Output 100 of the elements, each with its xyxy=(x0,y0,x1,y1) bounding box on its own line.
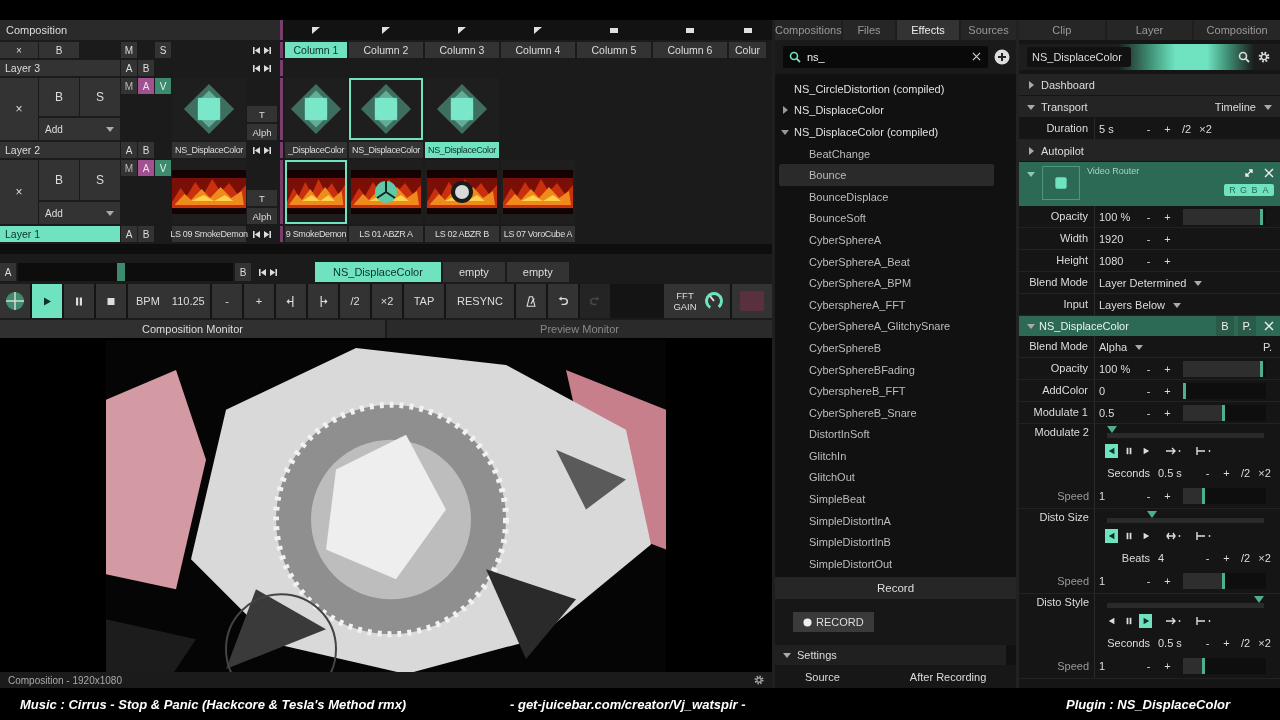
add-icon[interactable] xyxy=(994,49,1010,65)
step-button[interactable]: + xyxy=(1158,657,1177,675)
step-button[interactable]: - xyxy=(1139,572,1158,590)
mute-button[interactable]: M xyxy=(121,42,137,58)
list-item[interactable]: CyberSphereBFading xyxy=(779,358,994,381)
bypass-button[interactable]: B xyxy=(39,78,79,116)
t-button[interactable]: T xyxy=(247,190,277,206)
monitor-tab[interactable]: Preview Monitor xyxy=(387,320,772,338)
layer-name[interactable]: Layer 2 xyxy=(0,142,120,158)
step-button[interactable]: /2 xyxy=(1236,549,1255,567)
clear-icon[interactable] xyxy=(972,52,981,61)
transport-button[interactable]: - xyxy=(212,284,242,318)
column-header[interactable]: Column 1 xyxy=(285,42,347,58)
b-button[interactable]: B xyxy=(138,226,154,242)
step-button[interactable]: + xyxy=(1158,207,1177,226)
list-item[interactable]: NS_CircleDistortion (compiled) xyxy=(779,78,1008,100)
effect-header[interactable]: NS_DisplaceColor B P. xyxy=(1019,316,1280,336)
list-item[interactable]: SimpleDistortOut xyxy=(779,553,994,575)
transport-button[interactable]: /2 xyxy=(340,284,370,318)
list-item[interactable]: CyberSphereA_Beat xyxy=(779,250,994,273)
add-dropdown[interactable]: Add xyxy=(39,202,120,224)
b-button[interactable]: B xyxy=(138,60,154,76)
monitor-tab[interactable]: Composition Monitor xyxy=(0,320,385,338)
list-item[interactable]: GlitchIn xyxy=(779,445,994,467)
list-item[interactable]: CyberSphereA_BPM xyxy=(779,272,994,294)
play-button[interactable] xyxy=(32,284,62,318)
channel-toggles[interactable]: R G B A xyxy=(1224,184,1274,196)
step-button[interactable]: + xyxy=(1158,251,1177,270)
previous-icon[interactable] xyxy=(253,64,260,72)
step-button[interactable]: + xyxy=(1158,403,1177,422)
step-button[interactable]: - xyxy=(1198,634,1217,652)
clip-name[interactable]: _DisplaceColor xyxy=(285,142,347,158)
caret-icon[interactable] xyxy=(783,651,791,659)
bypass-button[interactable]: B xyxy=(39,160,79,200)
alpha-button[interactable]: Alph xyxy=(247,208,277,224)
list-item[interactable]: CyberSphereA xyxy=(779,229,994,251)
previous-icon[interactable] xyxy=(253,230,260,238)
list-item[interactable]: BounceSoft xyxy=(779,207,994,230)
next-icon[interactable] xyxy=(264,230,271,238)
list-item[interactable]: CybersphereB_FFT xyxy=(779,380,994,402)
a-button[interactable]: A xyxy=(121,142,137,158)
playhead-marker[interactable] xyxy=(1146,511,1157,519)
slider-track[interactable] xyxy=(1183,488,1266,504)
list-item[interactable]: DistortInSoft xyxy=(779,423,994,446)
effect-header[interactable]: Video Router R G B A xyxy=(1019,162,1280,206)
layer-name[interactable]: Layer 1 xyxy=(0,226,120,242)
next-icon[interactable] xyxy=(264,64,271,72)
section-header[interactable]: Dashboard xyxy=(1019,74,1280,96)
step-button[interactable]: - xyxy=(1139,229,1158,248)
caret-icon[interactable] xyxy=(1027,80,1035,89)
clear-button[interactable]: × xyxy=(0,78,38,140)
bounce-mode-icon[interactable] xyxy=(1166,532,1182,540)
clip-name[interactable]: NS_DisplaceColor xyxy=(349,142,423,158)
step-button[interactable]: - xyxy=(1139,207,1158,226)
close-icon[interactable] xyxy=(1264,321,1274,331)
slider-track[interactable] xyxy=(1183,404,1266,421)
previous-icon[interactable] xyxy=(253,46,260,54)
search-icon[interactable] xyxy=(1238,51,1250,63)
effect-button[interactable]: P. xyxy=(1238,316,1256,336)
slider-fill[interactable] xyxy=(1183,382,1186,399)
step-button[interactable]: + xyxy=(1158,359,1177,378)
step-button[interactable]: + xyxy=(1217,634,1236,652)
a-button[interactable]: A xyxy=(121,226,137,242)
solo-button[interactable]: S xyxy=(80,160,120,200)
layer-name[interactable]: Layer 3 xyxy=(0,60,120,76)
clear-button[interactable]: × xyxy=(0,42,38,58)
caret-icon[interactable] xyxy=(1027,146,1035,155)
tab[interactable]: Sources xyxy=(961,20,1016,40)
clip-name[interactable]: NS_DisplaceColor xyxy=(425,142,499,158)
dropdown[interactable]: Layers Below xyxy=(1099,298,1182,311)
stop-marker-icon[interactable] xyxy=(743,26,752,34)
undo-button[interactable] xyxy=(548,284,578,318)
transport-button[interactable]: TAP xyxy=(404,284,444,318)
clip-slot[interactable] xyxy=(285,160,347,224)
solo-button[interactable]: S xyxy=(80,78,120,116)
slider-track[interactable] xyxy=(1183,382,1266,399)
column-header[interactable]: Column 2 xyxy=(349,42,423,58)
expand-icon[interactable] xyxy=(1244,168,1254,178)
section-header[interactable]: Transport Timeline xyxy=(1019,96,1280,118)
effect-button[interactable]: B xyxy=(1216,316,1234,336)
step-button[interactable]: + xyxy=(1217,464,1236,482)
channel-button[interactable]: G xyxy=(1238,184,1249,196)
play-marker-icon[interactable] xyxy=(312,26,320,34)
column-header[interactable]: Column 5 xyxy=(577,42,651,58)
caret-icon[interactable] xyxy=(781,106,789,115)
pause-button[interactable] xyxy=(64,284,94,318)
end-mode-icon[interactable] xyxy=(1196,447,1212,455)
list-item[interactable]: CybersphereA_FFT xyxy=(779,293,994,316)
step-button[interactable]: + xyxy=(1158,381,1177,400)
list-item[interactable]: CyberSphereA_GlitchySnare xyxy=(779,315,994,338)
gain-knob-icon[interactable] xyxy=(704,291,724,311)
step-button[interactable]: ×2 xyxy=(1255,549,1274,567)
t-button[interactable]: T xyxy=(247,106,277,122)
toggle-button[interactable]: V xyxy=(155,78,171,94)
alpha-button[interactable]: Alph xyxy=(247,124,277,140)
deck-tab[interactable]: NS_DisplaceColor xyxy=(315,262,441,282)
step-button[interactable]: + xyxy=(1158,229,1177,248)
settings-icon[interactable] xyxy=(754,675,764,685)
name-field[interactable]: NS_DisplaceColor xyxy=(1027,47,1131,67)
step-button[interactable]: - xyxy=(1139,381,1158,400)
